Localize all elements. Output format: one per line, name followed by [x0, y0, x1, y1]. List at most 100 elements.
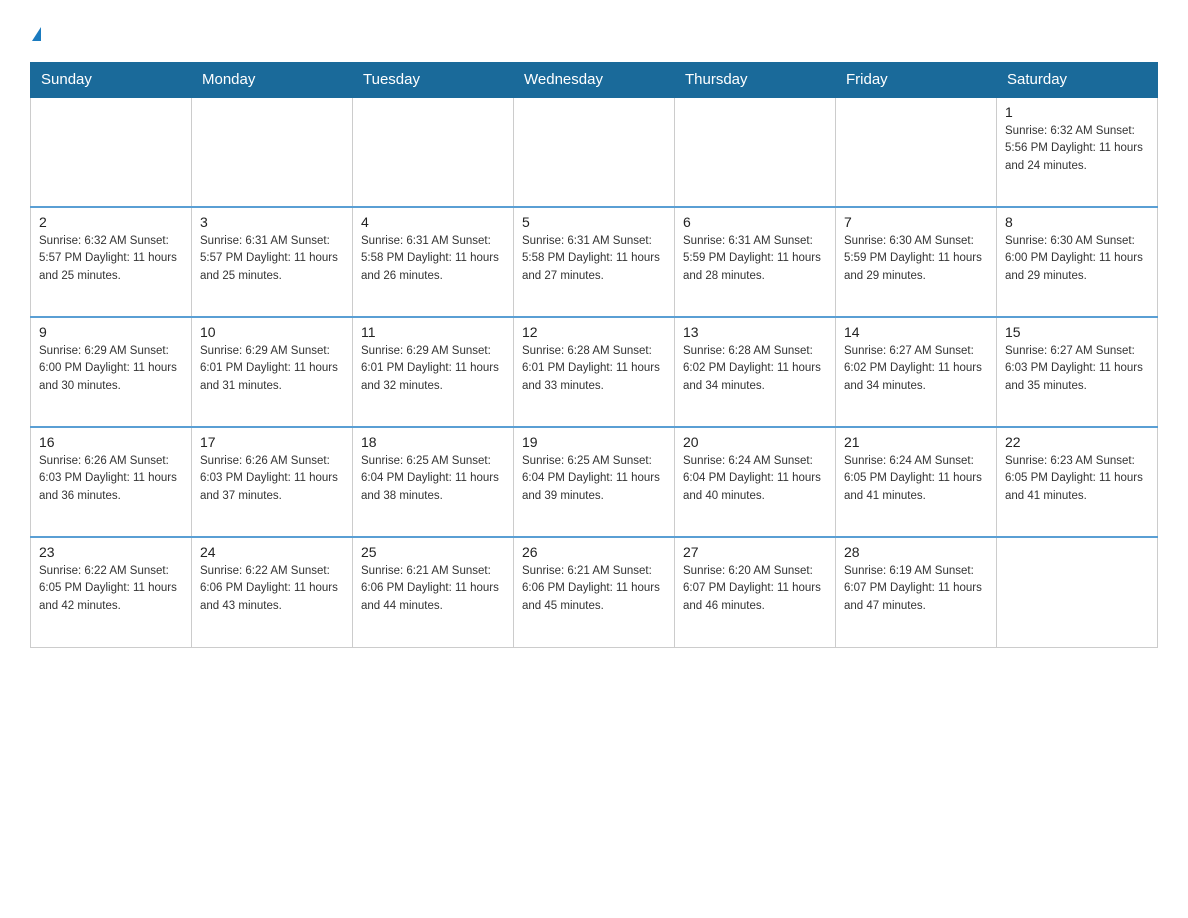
day-number: 26 [522, 544, 666, 560]
calendar-cell: 23 Sunrise: 6:22 AM Sunset: 6:05 PM Dayli… [31, 537, 192, 647]
day-number: 5 [522, 214, 666, 230]
day-number: 3 [200, 214, 344, 230]
day-number: 16 [39, 434, 183, 450]
calendar-day-header: Saturday [997, 63, 1158, 98]
calendar-cell: 2 Sunrise: 6:32 AM Sunset: 5:57 PM Daylig… [31, 207, 192, 317]
day-number: 20 [683, 434, 827, 450]
day-number: 19 [522, 434, 666, 450]
day-info: Sunrise: 6:29 AM Sunset: 6:00 PM Dayligh… [39, 343, 183, 395]
calendar-cell [31, 97, 192, 207]
day-info: Sunrise: 6:32 AM Sunset: 5:57 PM Dayligh… [39, 233, 183, 285]
day-number: 7 [844, 214, 988, 230]
calendar-cell: 15Sunrise: 6:27 AM Sunset: 6:03 PM Dayli… [997, 317, 1158, 427]
day-info: Sunrise: 6:31 AM Sunset: 5:59 PM Dayligh… [683, 233, 827, 285]
day-number: 2 [39, 214, 183, 230]
day-info: Sunrise: 6:32 AM Sunset: 5:56 PM Dayligh… [1005, 123, 1149, 175]
day-number: 18 [361, 434, 505, 450]
calendar-cell: 11 Sunrise: 6:29 AM Sunset: 6:01 PM Dayli… [353, 317, 514, 427]
calendar-day-header: Friday [836, 63, 997, 98]
calendar-cell: 19 Sunrise: 6:25 AM Sunset: 6:04 PM Dayli… [514, 427, 675, 537]
day-info: Sunrise: 6:28 AM Sunset: 6:02 PM Dayligh… [683, 343, 827, 395]
calendar-cell [997, 537, 1158, 647]
calendar-cell: 8 Sunrise: 6:30 AM Sunset: 6:00 PM Daylig… [997, 207, 1158, 317]
calendar-day-header: Thursday [675, 63, 836, 98]
day-info: Sunrise: 6:28 AM Sunset: 6:01 PM Dayligh… [522, 343, 666, 395]
day-info: Sunrise: 6:24 AM Sunset: 6:04 PM Dayligh… [683, 453, 827, 505]
day-info: Sunrise: 6:26 AM Sunset: 6:03 PM Dayligh… [39, 453, 183, 505]
day-info: Sunrise: 6:30 AM Sunset: 6:00 PM Dayligh… [1005, 233, 1149, 285]
page-header [30, 20, 1158, 46]
logo [30, 20, 41, 46]
calendar-cell: 12 Sunrise: 6:28 AM Sunset: 6:01 PM Dayli… [514, 317, 675, 427]
day-number: 11 [361, 324, 505, 340]
calendar-cell [514, 97, 675, 207]
calendar-cell: 22 Sunrise: 6:23 AM Sunset: 6:05 PM Dayli… [997, 427, 1158, 537]
day-number: 1 [1005, 104, 1149, 120]
calendar-header-row: SundayMondayTuesdayWednesdayThursdayFrid… [31, 63, 1158, 98]
day-number: 10 [200, 324, 344, 340]
calendar-cell: 1 Sunrise: 6:32 AM Sunset: 5:56 PM Daylig… [997, 97, 1158, 207]
day-info: Sunrise: 6:23 AM Sunset: 6:05 PM Dayligh… [1005, 453, 1149, 505]
day-info: Sunrise: 6:26 AM Sunset: 6:03 PM Dayligh… [200, 453, 344, 505]
day-info: Sunrise: 6:29 AM Sunset: 6:01 PM Dayligh… [200, 343, 344, 395]
calendar-table: SundayMondayTuesdayWednesdayThursdayFrid… [30, 62, 1158, 648]
day-info: Sunrise: 6:20 AM Sunset: 6:07 PM Dayligh… [683, 563, 827, 615]
logo-triangle-icon [32, 27, 41, 41]
day-number: 23 [39, 544, 183, 560]
calendar-cell: 18 Sunrise: 6:25 AM Sunset: 6:04 PM Dayli… [353, 427, 514, 537]
day-info: Sunrise: 6:31 AM Sunset: 5:57 PM Dayligh… [200, 233, 344, 285]
day-number: 22 [1005, 434, 1149, 450]
day-info: Sunrise: 6:25 AM Sunset: 6:04 PM Dayligh… [361, 453, 505, 505]
calendar-cell: 9 Sunrise: 6:29 AM Sunset: 6:00 PM Daylig… [31, 317, 192, 427]
day-number: 4 [361, 214, 505, 230]
calendar-cell [353, 97, 514, 207]
calendar-cell: 10 Sunrise: 6:29 AM Sunset: 6:01 PM Dayli… [192, 317, 353, 427]
calendar-week-row: 1 Sunrise: 6:32 AM Sunset: 5:56 PM Daylig… [31, 97, 1158, 207]
day-info: Sunrise: 6:31 AM Sunset: 5:58 PM Dayligh… [522, 233, 666, 285]
calendar-cell: 4 Sunrise: 6:31 AM Sunset: 5:58 PM Daylig… [353, 207, 514, 317]
day-info: Sunrise: 6:29 AM Sunset: 6:01 PM Dayligh… [361, 343, 505, 395]
calendar-cell: 7 Sunrise: 6:30 AM Sunset: 5:59 PM Daylig… [836, 207, 997, 317]
calendar-cell: 21 Sunrise: 6:24 AM Sunset: 6:05 PM Dayli… [836, 427, 997, 537]
logo-top-line [30, 20, 41, 46]
calendar-cell: 14 Sunrise: 6:27 AM Sunset: 6:02 PM Dayli… [836, 317, 997, 427]
calendar-week-row: 16 Sunrise: 6:26 AM Sunset: 6:03 PM Dayli… [31, 427, 1158, 537]
calendar-cell [192, 97, 353, 207]
calendar-cell: 6 Sunrise: 6:31 AM Sunset: 5:59 PM Daylig… [675, 207, 836, 317]
calendar-cell: 28Sunrise: 6:19 AM Sunset: 6:07 PM Dayli… [836, 537, 997, 647]
calendar-day-header: Tuesday [353, 63, 514, 98]
day-number: 27 [683, 544, 827, 560]
day-number: 13 [683, 324, 827, 340]
day-number: 14 [844, 324, 988, 340]
day-info: Sunrise: 6:27 AM Sunset: 6:03 PM Dayligh… [1005, 343, 1149, 395]
calendar-cell: 20 Sunrise: 6:24 AM Sunset: 6:04 PM Dayli… [675, 427, 836, 537]
calendar-cell: 24Sunrise: 6:22 AM Sunset: 6:06 PM Dayli… [192, 537, 353, 647]
day-number: 8 [1005, 214, 1149, 230]
calendar-cell: 5 Sunrise: 6:31 AM Sunset: 5:58 PM Daylig… [514, 207, 675, 317]
day-info: Sunrise: 6:30 AM Sunset: 5:59 PM Dayligh… [844, 233, 988, 285]
calendar-cell: 16 Sunrise: 6:26 AM Sunset: 6:03 PM Dayli… [31, 427, 192, 537]
day-number: 28 [844, 544, 988, 560]
day-number: 9 [39, 324, 183, 340]
day-info: Sunrise: 6:25 AM Sunset: 6:04 PM Dayligh… [522, 453, 666, 505]
calendar-day-header: Monday [192, 63, 353, 98]
day-info: Sunrise: 6:27 AM Sunset: 6:02 PM Dayligh… [844, 343, 988, 395]
calendar-day-header: Sunday [31, 63, 192, 98]
day-info: Sunrise: 6:24 AM Sunset: 6:05 PM Dayligh… [844, 453, 988, 505]
calendar-cell: 26Sunrise: 6:21 AM Sunset: 6:06 PM Dayli… [514, 537, 675, 647]
calendar-day-header: Wednesday [514, 63, 675, 98]
calendar-cell [675, 97, 836, 207]
calendar-week-row: 2 Sunrise: 6:32 AM Sunset: 5:57 PM Daylig… [31, 207, 1158, 317]
calendar-cell: 3 Sunrise: 6:31 AM Sunset: 5:57 PM Daylig… [192, 207, 353, 317]
day-number: 6 [683, 214, 827, 230]
day-number: 25 [361, 544, 505, 560]
day-number: 21 [844, 434, 988, 450]
calendar-cell: 17 Sunrise: 6:26 AM Sunset: 6:03 PM Dayli… [192, 427, 353, 537]
day-number: 12 [522, 324, 666, 340]
calendar-week-row: 9 Sunrise: 6:29 AM Sunset: 6:00 PM Daylig… [31, 317, 1158, 427]
day-info: Sunrise: 6:31 AM Sunset: 5:58 PM Dayligh… [361, 233, 505, 285]
day-info: Sunrise: 6:22 AM Sunset: 6:05 PM Dayligh… [39, 563, 183, 615]
calendar-cell: 13 Sunrise: 6:28 AM Sunset: 6:02 PM Dayli… [675, 317, 836, 427]
day-number: 17 [200, 434, 344, 450]
day-info: Sunrise: 6:21 AM Sunset: 6:06 PM Dayligh… [361, 563, 505, 615]
